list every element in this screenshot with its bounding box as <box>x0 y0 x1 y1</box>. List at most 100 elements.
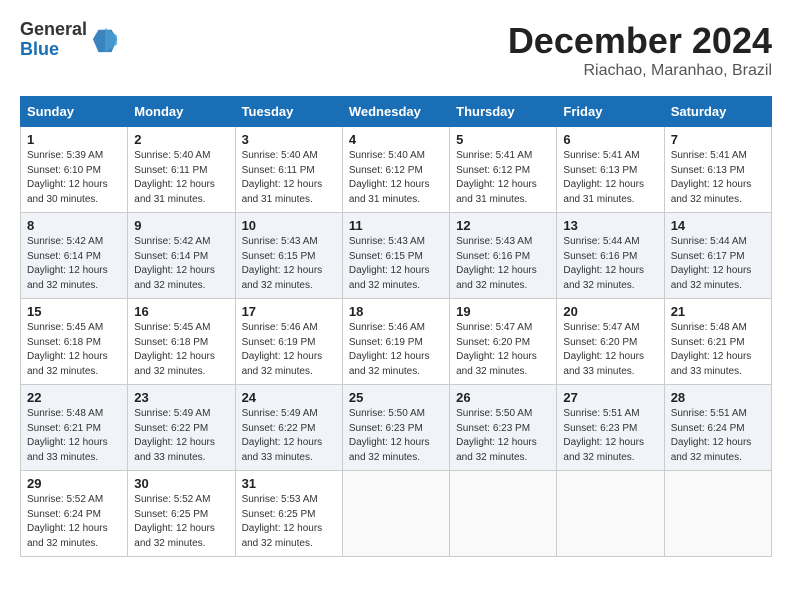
day-info: Sunrise: 5:44 AM Sunset: 6:16 PM Dayligh… <box>563 236 644 291</box>
calendar-week-row: 1 Sunrise: 5:39 AM Sunset: 6:10 PM Daylig… <box>21 127 772 213</box>
day-info: Sunrise: 5:49 AM Sunset: 6:22 PM Dayligh… <box>134 408 215 463</box>
day-number: 26 <box>456 390 550 405</box>
month-title: December 2024 <box>508 20 772 62</box>
day-number: 16 <box>134 304 228 319</box>
day-number: 15 <box>27 304 121 319</box>
day-number: 7 <box>671 132 765 147</box>
day-info: Sunrise: 5:41 AM Sunset: 6:13 PM Dayligh… <box>563 150 644 205</box>
day-info: Sunrise: 5:48 AM Sunset: 6:21 PM Dayligh… <box>27 408 108 463</box>
day-number: 19 <box>456 304 550 319</box>
table-row: 16Sunrise: 5:45 AM Sunset: 6:18 PM Dayli… <box>128 299 235 385</box>
day-number: 10 <box>242 218 336 233</box>
day-number: 21 <box>671 304 765 319</box>
day-number: 24 <box>242 390 336 405</box>
day-info: Sunrise: 5:47 AM Sunset: 6:20 PM Dayligh… <box>456 322 537 377</box>
day-info: Sunrise: 5:53 AM Sunset: 6:25 PM Dayligh… <box>242 494 323 549</box>
day-number: 13 <box>563 218 657 233</box>
table-row: 26 Sunrise: 5:50 AM Sunset: 6:23 PM Dayli… <box>450 385 557 471</box>
day-info: Sunrise: 5:50 AM Sunset: 6:23 PM Dayligh… <box>456 408 537 463</box>
table-row: 6 Sunrise: 5:41 AM Sunset: 6:13 PM Daylig… <box>557 127 664 213</box>
table-row: 9 Sunrise: 5:42 AM Sunset: 6:14 PM Daylig… <box>128 213 235 299</box>
day-number: 4 <box>349 132 443 147</box>
day-info: Sunrise: 5:40 AM Sunset: 6:11 PM Dayligh… <box>242 150 323 205</box>
day-info: Sunrise: 5:46 AM Sunset: 6:19 PM Dayligh… <box>349 322 430 377</box>
table-row: 28Sunrise: 5:51 AM Sunset: 6:24 PM Dayli… <box>664 385 771 471</box>
table-row: 21Sunrise: 5:48 AM Sunset: 6:21 PM Dayli… <box>664 299 771 385</box>
table-row: 29 Sunrise: 5:52 AM Sunset: 6:24 PM Dayli… <box>21 471 128 557</box>
table-row: 24 Sunrise: 5:49 AM Sunset: 6:22 PM Dayli… <box>235 385 342 471</box>
table-row <box>342 471 449 557</box>
location-subtitle: Riachao, Maranhao, Brazil <box>508 62 772 80</box>
day-info: Sunrise: 5:43 AM Sunset: 6:16 PM Dayligh… <box>456 236 537 291</box>
logo-text: General Blue <box>20 20 87 60</box>
table-row: 31 Sunrise: 5:53 AM Sunset: 6:25 PM Dayli… <box>235 471 342 557</box>
table-row: 13 Sunrise: 5:44 AM Sunset: 6:16 PM Dayli… <box>557 213 664 299</box>
day-info: Sunrise: 5:44 AM Sunset: 6:17 PM Dayligh… <box>671 236 752 291</box>
day-info: Sunrise: 5:40 AM Sunset: 6:11 PM Dayligh… <box>134 150 215 205</box>
table-row: 20Sunrise: 5:47 AM Sunset: 6:20 PM Dayli… <box>557 299 664 385</box>
day-number: 20 <box>563 304 657 319</box>
calendar-header-row: Sunday Monday Tuesday Wednesday Thursday… <box>21 97 772 127</box>
logo: General Blue <box>20 20 119 60</box>
calendar-week-row: 22Sunrise: 5:48 AM Sunset: 6:21 PM Dayli… <box>21 385 772 471</box>
logo-general: General <box>20 20 87 40</box>
table-row: 7Sunrise: 5:41 AM Sunset: 6:13 PM Daylig… <box>664 127 771 213</box>
table-row: 1 Sunrise: 5:39 AM Sunset: 6:10 PM Daylig… <box>21 127 128 213</box>
col-thursday: Thursday <box>450 97 557 127</box>
day-info: Sunrise: 5:45 AM Sunset: 6:18 PM Dayligh… <box>27 322 108 377</box>
day-number: 5 <box>456 132 550 147</box>
day-info: Sunrise: 5:39 AM Sunset: 6:10 PM Dayligh… <box>27 150 108 205</box>
day-number: 17 <box>242 304 336 319</box>
col-saturday: Saturday <box>664 97 771 127</box>
table-row: 27Sunrise: 5:51 AM Sunset: 6:23 PM Dayli… <box>557 385 664 471</box>
table-row: 18 Sunrise: 5:46 AM Sunset: 6:19 PM Dayli… <box>342 299 449 385</box>
col-sunday: Sunday <box>21 97 128 127</box>
day-number: 18 <box>349 304 443 319</box>
table-row: 11 Sunrise: 5:43 AM Sunset: 6:15 PM Dayli… <box>342 213 449 299</box>
table-row: 12 Sunrise: 5:43 AM Sunset: 6:16 PM Dayli… <box>450 213 557 299</box>
day-number: 9 <box>134 218 228 233</box>
day-info: Sunrise: 5:49 AM Sunset: 6:22 PM Dayligh… <box>242 408 323 463</box>
calendar-week-row: 8 Sunrise: 5:42 AM Sunset: 6:14 PM Daylig… <box>21 213 772 299</box>
day-info: Sunrise: 5:52 AM Sunset: 6:24 PM Dayligh… <box>27 494 108 549</box>
day-number: 31 <box>242 476 336 491</box>
day-info: Sunrise: 5:50 AM Sunset: 6:23 PM Dayligh… <box>349 408 430 463</box>
table-row: 15 Sunrise: 5:45 AM Sunset: 6:18 PM Dayli… <box>21 299 128 385</box>
table-row: 25 Sunrise: 5:50 AM Sunset: 6:23 PM Dayli… <box>342 385 449 471</box>
table-row: 8 Sunrise: 5:42 AM Sunset: 6:14 PM Daylig… <box>21 213 128 299</box>
calendar-week-row: 15 Sunrise: 5:45 AM Sunset: 6:18 PM Dayli… <box>21 299 772 385</box>
day-number: 2 <box>134 132 228 147</box>
day-info: Sunrise: 5:42 AM Sunset: 6:14 PM Dayligh… <box>134 236 215 291</box>
day-number: 1 <box>27 132 121 147</box>
title-section: December 2024 Riachao, Maranhao, Brazil <box>508 20 772 80</box>
col-monday: Monday <box>128 97 235 127</box>
day-number: 3 <box>242 132 336 147</box>
day-number: 23 <box>134 390 228 405</box>
day-number: 11 <box>349 218 443 233</box>
day-number: 12 <box>456 218 550 233</box>
day-info: Sunrise: 5:51 AM Sunset: 6:23 PM Dayligh… <box>563 408 644 463</box>
table-row: 23 Sunrise: 5:49 AM Sunset: 6:22 PM Dayli… <box>128 385 235 471</box>
table-row <box>450 471 557 557</box>
calendar-table: Sunday Monday Tuesday Wednesday Thursday… <box>20 96 772 557</box>
page-header: General Blue December 2024 Riachao, Mara… <box>20 20 772 80</box>
table-row: 3 Sunrise: 5:40 AM Sunset: 6:11 PM Daylig… <box>235 127 342 213</box>
table-row: 30Sunrise: 5:52 AM Sunset: 6:25 PM Dayli… <box>128 471 235 557</box>
table-row: 19 Sunrise: 5:47 AM Sunset: 6:20 PM Dayli… <box>450 299 557 385</box>
logo-blue: Blue <box>20 40 87 60</box>
day-number: 25 <box>349 390 443 405</box>
day-info: Sunrise: 5:42 AM Sunset: 6:14 PM Dayligh… <box>27 236 108 291</box>
col-friday: Friday <box>557 97 664 127</box>
day-number: 8 <box>27 218 121 233</box>
col-tuesday: Tuesday <box>235 97 342 127</box>
day-number: 6 <box>563 132 657 147</box>
day-info: Sunrise: 5:43 AM Sunset: 6:15 PM Dayligh… <box>242 236 323 291</box>
day-info: Sunrise: 5:52 AM Sunset: 6:25 PM Dayligh… <box>134 494 215 549</box>
day-info: Sunrise: 5:41 AM Sunset: 6:12 PM Dayligh… <box>456 150 537 205</box>
table-row: 5 Sunrise: 5:41 AM Sunset: 6:12 PM Daylig… <box>450 127 557 213</box>
day-info: Sunrise: 5:43 AM Sunset: 6:15 PM Dayligh… <box>349 236 430 291</box>
table-row: 2 Sunrise: 5:40 AM Sunset: 6:11 PM Daylig… <box>128 127 235 213</box>
day-number: 29 <box>27 476 121 491</box>
day-info: Sunrise: 5:51 AM Sunset: 6:24 PM Dayligh… <box>671 408 752 463</box>
day-info: Sunrise: 5:46 AM Sunset: 6:19 PM Dayligh… <box>242 322 323 377</box>
